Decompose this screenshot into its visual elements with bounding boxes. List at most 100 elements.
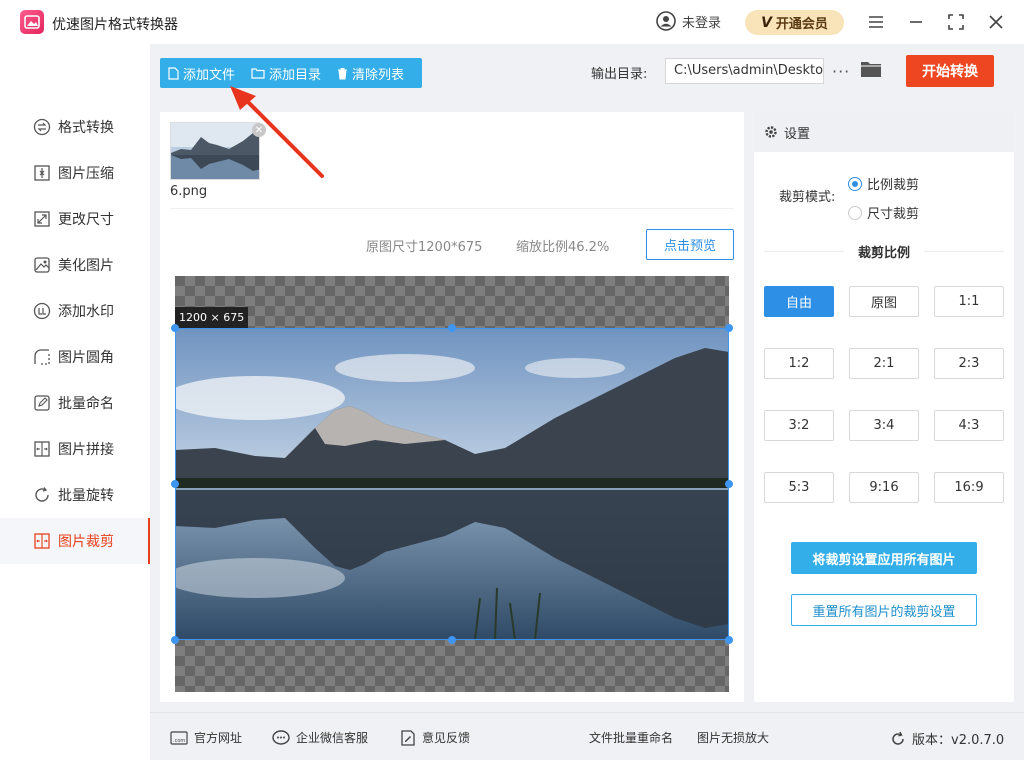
rounded-corner-icon <box>32 347 52 367</box>
clear-list-label: 清除列表 <box>352 67 405 83</box>
radio-label: 尺寸裁剪 <box>867 207 920 222</box>
dimension-badge: 1200 × 675 <box>175 307 249 328</box>
crop-handle-bottom[interactable] <box>448 636 456 644</box>
file-name: 6.png <box>170 184 208 199</box>
compress-icon <box>32 163 52 183</box>
crop-canvas[interactable]: 1200 × 675 <box>171 276 733 692</box>
radio-dot <box>848 205 862 220</box>
batch-rename-label: 文件批量重命名 <box>589 731 674 745</box>
ratio-button-free[interactable]: 自由 <box>764 286 834 317</box>
add-folder-button[interactable]: 添加目录 <box>243 58 329 88</box>
ratio-button-16-9[interactable]: 16:9 <box>934 472 1004 503</box>
trash-icon <box>338 67 348 79</box>
chat-icon <box>272 729 290 745</box>
sidebar-item-label: 图片裁剪 <box>58 534 114 550</box>
sidebar-item-label: 更改尺寸 <box>58 212 114 228</box>
start-convert-button[interactable]: 开始转换 <box>906 55 994 87</box>
ratio-button-2-3[interactable]: 2:3 <box>934 348 1004 379</box>
refresh-icon <box>892 731 904 745</box>
crop-frame[interactable] <box>175 328 729 640</box>
rename-icon <box>32 393 52 413</box>
sidebar-item-compress[interactable]: 图片压缩 <box>0 150 150 196</box>
remove-file-icon[interactable]: ✕ <box>252 123 266 137</box>
sidebar-item-crop[interactable]: 图片裁剪 <box>0 518 150 564</box>
sidebar-item-label: 批量命名 <box>58 396 114 412</box>
sidebar-item-batch-rename[interactable]: 批量命名 <box>0 380 150 426</box>
add-folder-label: 添加目录 <box>269 67 322 83</box>
open-folder-icon[interactable] <box>860 60 882 82</box>
ratio-button-2-1[interactable]: 2:1 <box>849 348 919 379</box>
ratio-button-3-2[interactable]: 3:2 <box>764 410 834 441</box>
crop-handle-right[interactable] <box>725 480 733 488</box>
user-icon <box>656 11 676 31</box>
lossless-upscale-label: 图片无损放大 <box>697 731 770 745</box>
radio-size-crop[interactable]: 尺寸裁剪 <box>848 203 919 222</box>
settings-title: 设置 <box>784 126 811 142</box>
sidebar-item-label: 美化图片 <box>58 258 114 274</box>
lossless-upscale-link[interactable]: 图片无损放大 <box>697 729 769 746</box>
wechat-service-link[interactable]: 企业微信客服 <box>272 729 368 746</box>
file-icon <box>168 66 179 80</box>
crop-handle-top[interactable] <box>448 324 456 332</box>
footer: .com 官方网址 企业微信客服 意见反馈 文件批量重命名 图片无损放大 版本：… <box>150 712 1024 760</box>
title-bar: 优速图片格式转换器 未登录 V 开通会员 <box>0 0 1024 44</box>
original-size-text: 原图尺寸1200*675 <box>366 240 483 255</box>
sidebar-item-rounded-corner[interactable]: 图片圆角 <box>0 334 150 380</box>
crop-icon <box>32 531 52 551</box>
sidebar-item-stitch[interactable]: 图片拼接 <box>0 426 150 472</box>
ratio-button-3-4[interactable]: 3:4 <box>849 410 919 441</box>
login-button[interactable]: 未登录 <box>656 11 721 31</box>
maximize-icon[interactable] <box>946 12 966 32</box>
output-dir-field[interactable]: C:\Users\admin\Deskto <box>665 58 824 84</box>
ratio-button-9-16[interactable]: 9:16 <box>849 472 919 503</box>
gear-icon <box>765 126 777 138</box>
batch-rename-link[interactable]: 文件批量重命名 <box>589 729 673 746</box>
radio-label: 比例裁剪 <box>867 178 920 193</box>
clear-list-button[interactable]: 清除列表 <box>329 58 412 88</box>
ratio-button-original[interactable]: 原图 <box>849 286 919 317</box>
crop-handle-top-right[interactable] <box>725 324 733 332</box>
version-info[interactable]: 版本：v2.0.7.0 <box>890 729 1004 748</box>
crop-handle-bottom-right[interactable] <box>725 636 733 644</box>
crop-handle-top-left[interactable] <box>171 324 179 332</box>
add-file-button[interactable]: 添加文件 <box>160 58 243 88</box>
menu-icon[interactable] <box>866 12 886 32</box>
sidebar-item-rotate[interactable]: 批量旋转 <box>0 472 150 518</box>
feedback-link[interactable]: 意见反馈 <box>400 729 470 746</box>
sidebar-item-label: 图片压缩 <box>58 166 114 182</box>
ratio-button-4-3[interactable]: 4:3 <box>934 410 1004 441</box>
ratio-button-1-1[interactable]: 1:1 <box>934 286 1004 317</box>
sidebar-item-beautify[interactable]: 美化图片 <box>0 242 150 288</box>
apply-crop-all-button[interactable]: 将裁剪设置应用所有图片 <box>791 542 977 574</box>
sidebar-item-resize[interactable]: 更改尺寸 <box>0 196 150 242</box>
app-title: 优速图片格式转换器 <box>52 17 178 33</box>
file-toolbar: 添加文件 添加目录 清除列表 <box>160 58 422 88</box>
preview-button[interactable]: 点击预览 <box>646 229 734 260</box>
file-preview-panel: ✕ 6.png 原图尺寸1200*675 缩放比例46.2% 点击预览 1200… <box>160 112 744 702</box>
feedback-label: 意见反馈 <box>422 731 471 745</box>
folder-outline-icon <box>251 68 265 79</box>
minimize-icon[interactable] <box>906 12 926 32</box>
vip-icon: V <box>761 14 772 31</box>
radio-ratio-crop[interactable]: 比例裁剪 <box>848 174 919 193</box>
vip-label: 开通会员 <box>775 17 828 32</box>
settings-panel: 设置 裁剪模式: 比例裁剪 尺寸裁剪 裁剪比例 自由 原图 1:1 1:2 2:… <box>754 112 1014 702</box>
sidebar-item-format-convert[interactable]: 格式转换 <box>0 104 150 150</box>
official-website-label: 官方网址 <box>194 731 243 745</box>
file-thumbnail[interactable] <box>170 122 260 180</box>
watermark-icon <box>32 301 52 321</box>
crop-handle-bottom-left[interactable] <box>171 636 179 644</box>
vip-button[interactable]: V 开通会员 <box>745 10 844 35</box>
reset-crop-all-button[interactable]: 重置所有图片的裁剪设置 <box>791 594 977 626</box>
ratio-button-5-3[interactable]: 5:3 <box>764 472 834 503</box>
official-website-link[interactable]: .com 官方网址 <box>170 729 242 746</box>
radio-dot <box>848 176 862 191</box>
svg-text:.com: .com <box>173 738 185 744</box>
sidebar-item-label: 批量旋转 <box>58 488 114 504</box>
sidebar-item-watermark[interactable]: 添加水印 <box>0 288 150 334</box>
ratio-button-1-2[interactable]: 1:2 <box>764 348 834 379</box>
more-options-button[interactable]: ··· <box>832 62 850 81</box>
close-icon[interactable] <box>986 12 1006 32</box>
rotate-icon <box>32 485 52 505</box>
crop-handle-left[interactable] <box>171 480 179 488</box>
